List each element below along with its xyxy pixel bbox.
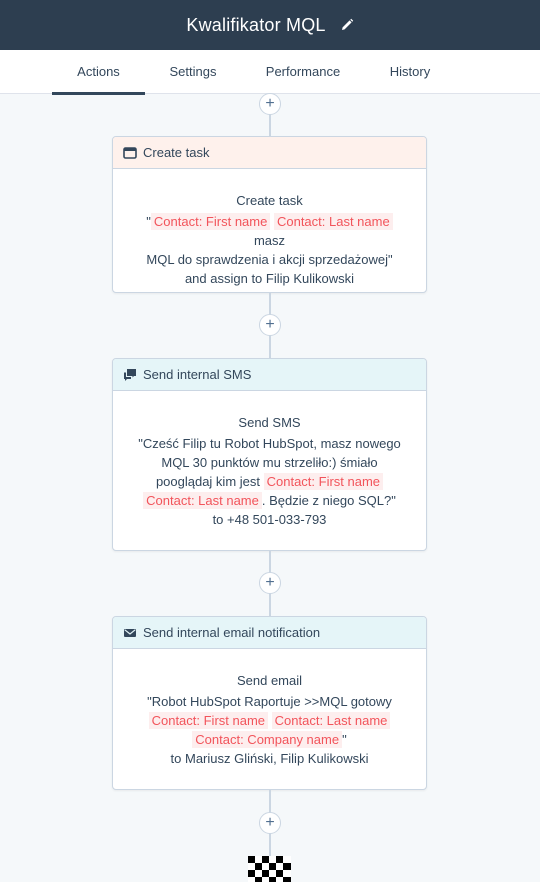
- email-subject-line: Contact: First name Contact: Last name: [129, 711, 410, 730]
- personalization-token: Contact: Last name: [271, 712, 391, 729]
- tab-actions[interactable]: Actions: [52, 50, 145, 95]
- task-title-text: MQL do sprawdzenia i akcji sprzedażowej": [146, 252, 393, 267]
- task-title-line: " Contact: First name Contact: Last name …: [129, 212, 410, 250]
- personalization-token: Contact: Last name: [143, 492, 262, 509]
- add-action-button[interactable]: +: [259, 93, 281, 115]
- tab-bar: Actions Settings Performance History: [0, 50, 540, 95]
- sms-text: "Cześć Filip tu Robot HubSpot, masz nowe…: [138, 436, 401, 451]
- tab-label: Actions: [77, 64, 120, 79]
- sms-text: . Będzie z niego SQL?": [261, 493, 396, 508]
- email-icon: [124, 628, 136, 637]
- pencil-icon[interactable]: [340, 18, 354, 32]
- assign-prefix: and assign to: [184, 271, 266, 286]
- task-icon: [123, 146, 137, 159]
- personalization-token: Contact: First name: [150, 213, 271, 230]
- action-card-header[interactable]: Send internal SMS: [113, 359, 426, 391]
- action-card-header[interactable]: Send internal email notification: [113, 617, 426, 649]
- personalization-token: Contact: Last name: [273, 213, 393, 230]
- action-card-header[interactable]: Create task: [113, 137, 426, 169]
- action-type-label: Create task: [236, 193, 303, 208]
- assign-line: and assign to Filip Kulikowski: [129, 269, 410, 288]
- tab-history[interactable]: History: [375, 50, 445, 94]
- email-subject-line: Contact: Company name ": [129, 730, 410, 749]
- action-type-label: Send SMS: [238, 415, 301, 430]
- sms-text-line: Contact: Last name. Będzie z niego SQL?": [129, 491, 410, 510]
- tab-performance[interactable]: Performance: [255, 50, 351, 94]
- personalization-token: Contact: First name: [263, 473, 384, 490]
- add-action-button[interactable]: +: [259, 572, 281, 594]
- personalization-token: Contact: Company name: [192, 731, 343, 748]
- add-action-button[interactable]: +: [259, 314, 281, 336]
- action-card-title: Create task: [143, 145, 210, 160]
- action-card-body: Create task " Contact: First name Contact…: [113, 169, 426, 288]
- tab-label: Settings: [169, 64, 217, 79]
- workflow-header: Kwalifikator MQL: [0, 0, 540, 50]
- email-subject-text: "Robot HubSpot Raportuje >>MQL gotowy: [147, 694, 392, 709]
- plus-icon: +: [265, 95, 275, 112]
- action-card-send-sms[interactable]: Send internal SMS Send SMS "Cześć Filip …: [112, 358, 427, 551]
- sms-text-line: pooglądaj kim jest Contact: First name: [129, 472, 410, 491]
- add-action-button[interactable]: +: [259, 812, 281, 834]
- action-card-body: Send email "Robot HubSpot Raportuje >>MQ…: [113, 649, 426, 768]
- action-card-send-email[interactable]: Send internal email notification Send em…: [112, 616, 427, 790]
- sms-text: pooglądaj kim jest: [155, 474, 264, 489]
- plus-icon: +: [265, 574, 275, 591]
- personalization-token: Contact: First name: [148, 712, 269, 729]
- tab-label: Performance: [265, 64, 341, 79]
- sms-recipient: to +48 501-033-793: [212, 512, 327, 527]
- task-title-text: masz: [253, 233, 286, 248]
- action-card-body: Send SMS "Cześć Filip tu Robot HubSpot, …: [113, 391, 426, 529]
- assignee-name: Filip Kulikowski: [265, 271, 355, 286]
- action-card-create-task[interactable]: Create task Create task " Contact: First …: [112, 136, 427, 293]
- workflow-canvas: + Create task Create task " Contact: Firs…: [0, 93, 540, 882]
- plus-icon: +: [265, 316, 275, 333]
- action-card-title: Send internal email notification: [143, 625, 321, 640]
- sms-icon: [124, 368, 136, 381]
- email-recipients: to Mariusz Gliński, Filip Kulikowski: [170, 751, 369, 766]
- action-card-title: Send internal SMS: [143, 367, 252, 382]
- workflow-end-flag-icon: [248, 856, 291, 882]
- workflow-title[interactable]: Kwalifikator MQL: [186, 15, 325, 36]
- tab-settings[interactable]: Settings: [155, 50, 231, 94]
- plus-icon: +: [265, 814, 275, 831]
- sms-text: MQL 30 punktów mu strzeliło:) śmiało: [161, 455, 378, 470]
- action-type-label: Send email: [236, 673, 303, 688]
- tab-label: History: [389, 64, 431, 79]
